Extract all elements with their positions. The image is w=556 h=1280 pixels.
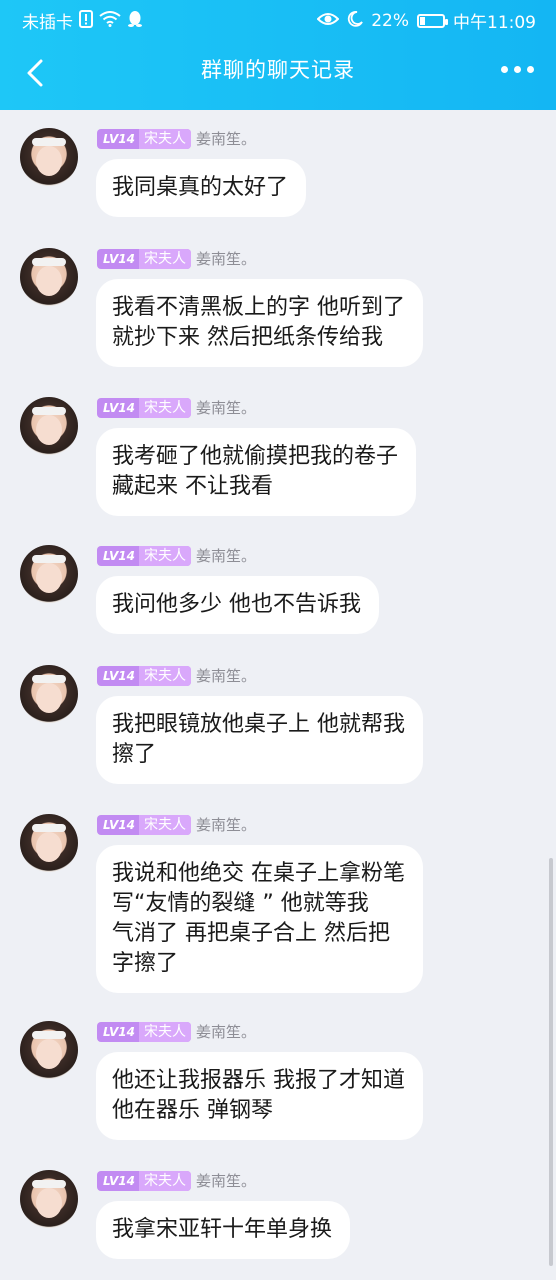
sender-nickname[interactable]: 姜南笙。 xyxy=(196,128,256,149)
status-left: 未插卡 xyxy=(22,8,143,33)
avatar[interactable] xyxy=(20,397,78,455)
title-bar: 群聊的聊天记录 xyxy=(0,38,556,110)
more-dot-icon xyxy=(527,66,534,73)
level-badge: LV14 宋夫人 xyxy=(97,1170,191,1191)
avatar[interactable] xyxy=(20,814,78,872)
sender-nickname[interactable]: 姜南笙。 xyxy=(196,1021,256,1042)
message-bubble[interactable]: 我同桌真的太好了 xyxy=(96,159,307,217)
more-options-button[interactable] xyxy=(501,66,534,73)
more-dot-icon xyxy=(514,66,521,73)
status-right: 22% 中午11:09 xyxy=(316,8,536,33)
battery-icon xyxy=(417,13,448,28)
sender-meta: LV14 宋夫人 姜南笙。 xyxy=(97,397,256,418)
sender-meta: LV14 宋夫人 姜南笙。 xyxy=(97,1170,256,1191)
sender-nickname[interactable]: 姜南笙。 xyxy=(196,545,256,566)
sender-nickname[interactable]: 姜南笙。 xyxy=(196,397,256,418)
clock: 中午11:09 xyxy=(453,13,536,33)
message-bubble[interactable]: 我说和他绝交 在桌子上拿粉笔 写“友情的裂缝 ” 他就等我 气消了 再把桌子合上… xyxy=(96,845,423,993)
level-badge: LV14 宋夫人 xyxy=(97,248,191,269)
avatar[interactable] xyxy=(20,128,78,186)
sender-nickname[interactable]: 姜南笙。 xyxy=(196,1170,256,1191)
chat-history[interactable]: LV14 宋夫人 姜南笙。 我同桌真的太好了 LV14 宋夫人 姜南笙。 我看不清黑… xyxy=(0,110,556,1280)
sender-meta: LV14 宋夫人 姜南笙。 xyxy=(97,128,256,149)
sender-meta: LV14 宋夫人 姜南笙。 xyxy=(97,1021,256,1042)
qq-penguin-icon xyxy=(127,10,143,32)
sender-meta: LV14 宋夫人 姜南笙。 xyxy=(97,545,256,566)
sender-nickname[interactable]: 姜南笙。 xyxy=(196,665,256,686)
message-bubble[interactable]: 我考砸了他就偷摸把我的卷子 藏起来 不让我看 xyxy=(96,428,417,516)
wifi-icon xyxy=(99,10,121,31)
message-bubble[interactable]: 他还让我报器乐 我报了才知道 他在器乐 弹钢琴 xyxy=(96,1052,423,1140)
eye-icon xyxy=(316,11,340,31)
level-badge: LV14 宋夫人 xyxy=(97,814,191,835)
message-bubble[interactable]: 我看不清黑板上的字 他听到了 就抄下来 然后把纸条传给我 xyxy=(96,279,423,367)
more-dot-icon xyxy=(501,66,508,73)
page-title: 群聊的聊天记录 xyxy=(201,58,355,82)
sender-nickname[interactable]: 姜南笙。 xyxy=(196,248,256,269)
sender-nickname[interactable]: 姜南笙。 xyxy=(196,814,256,835)
level-badge: LV14 宋夫人 xyxy=(97,128,191,149)
sim-alert-icon xyxy=(79,9,93,32)
message-bubble[interactable]: 我问他多少 他也不告诉我 xyxy=(96,576,379,634)
avatar[interactable] xyxy=(20,665,78,723)
carrier-text: 未插卡 xyxy=(22,13,73,33)
scrollbar[interactable] xyxy=(549,858,553,1266)
avatar[interactable] xyxy=(20,545,78,603)
battery-percent: 22% xyxy=(371,10,409,31)
avatar[interactable] xyxy=(20,1021,78,1079)
moon-icon xyxy=(347,10,364,31)
message-bubble[interactable]: 我把眼镜放他桌子上 他就帮我 擦了 xyxy=(96,696,423,784)
sender-meta: LV14 宋夫人 姜南笙。 xyxy=(97,814,256,835)
level-badge: LV14 宋夫人 xyxy=(97,665,191,686)
level-badge: LV14 宋夫人 xyxy=(97,545,191,566)
status-bar: 未插卡 22% 中午11:09 xyxy=(0,0,556,38)
level-badge: LV14 宋夫人 xyxy=(97,397,191,418)
avatar[interactable] xyxy=(20,248,78,306)
avatar[interactable] xyxy=(20,1170,78,1228)
level-badge: LV14 宋夫人 xyxy=(97,1021,191,1042)
sender-meta: LV14 宋夫人 姜南笙。 xyxy=(97,665,256,686)
sender-meta: LV14 宋夫人 姜南笙。 xyxy=(97,248,256,269)
message-bubble[interactable]: 我拿宋亚轩十年单身换 xyxy=(96,1201,351,1259)
